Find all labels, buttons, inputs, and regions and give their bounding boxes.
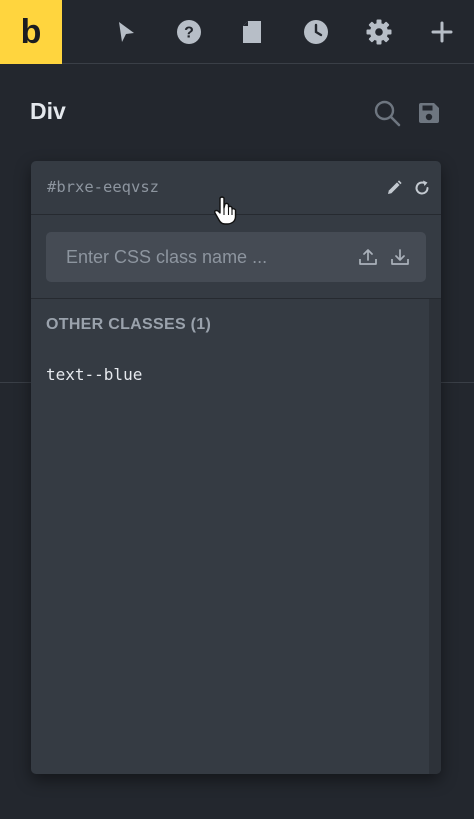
help-icon[interactable]: ?	[173, 16, 205, 48]
other-classes-heading: OTHER CLASSES (1)	[46, 316, 212, 333]
search-icon[interactable]	[372, 98, 402, 128]
class-list-item[interactable]: text--blue	[46, 365, 142, 384]
panel-title: Div	[30, 98, 66, 124]
class-input-wrapper	[46, 232, 426, 282]
css-class-input[interactable]	[46, 232, 346, 282]
save-icon[interactable]	[414, 98, 444, 128]
reset-icon[interactable]	[411, 177, 433, 199]
plus-icon[interactable]	[426, 16, 458, 48]
popup-divider	[31, 298, 441, 299]
svg-text:?: ?	[184, 25, 194, 42]
history-icon[interactable]	[300, 16, 332, 48]
import-icon[interactable]	[388, 245, 412, 269]
hand-cursor-icon	[213, 196, 239, 226]
export-icon[interactable]	[356, 245, 380, 269]
top-toolbar: b ?	[0, 0, 474, 64]
edit-icon[interactable]	[383, 177, 405, 199]
settings-icon[interactable]	[363, 16, 395, 48]
pointer-icon[interactable]	[110, 16, 142, 48]
scrollbar[interactable]	[429, 299, 441, 774]
page-icon[interactable]	[236, 16, 268, 48]
app-logo[interactable]: b	[0, 0, 62, 64]
class-manager-popup: #brxe-eeqvsz OTHER CLASSES (1) text--blu…	[31, 161, 441, 774]
element-id: #brxe-eeqvsz	[47, 178, 159, 196]
